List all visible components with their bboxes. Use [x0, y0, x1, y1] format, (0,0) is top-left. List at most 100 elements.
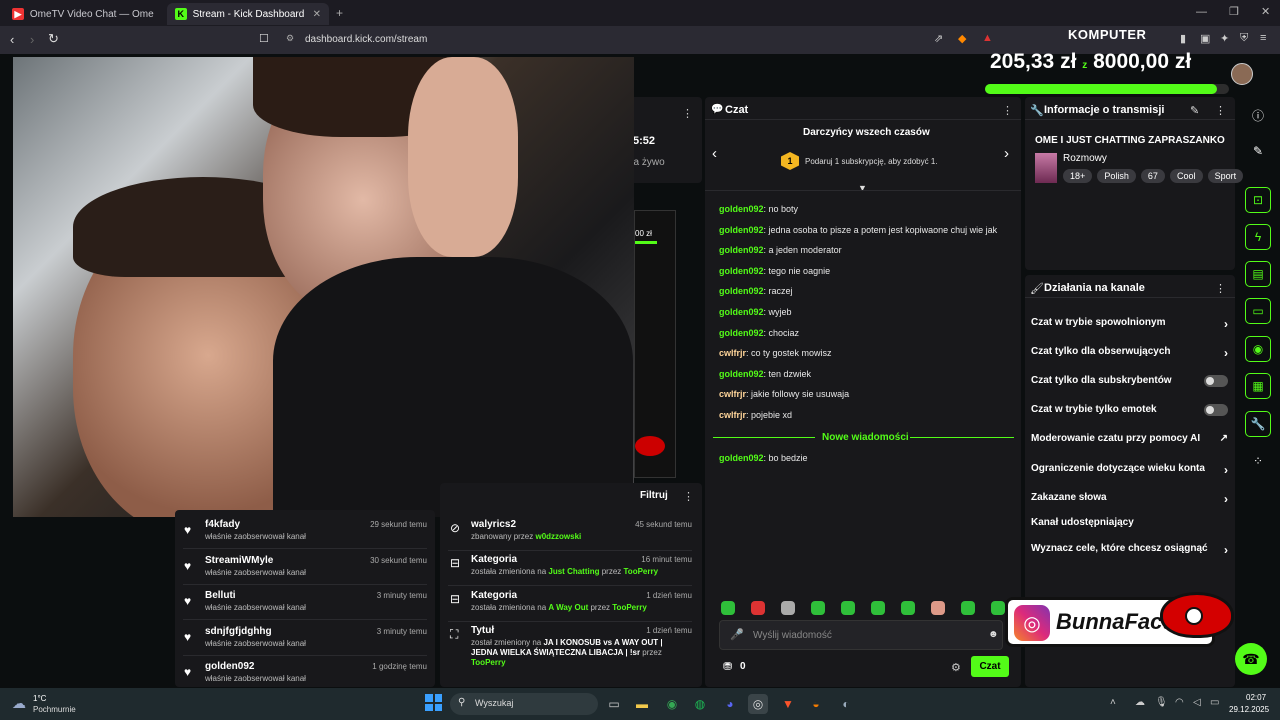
chat-username[interactable]: golden092	[719, 453, 764, 463]
chrome-icon[interactable]: ◉	[662, 694, 682, 714]
start-button[interactable]	[425, 694, 442, 711]
prev-gifter-icon[interactable]: ‹	[712, 145, 717, 162]
file-explorer-icon[interactable]: ▬	[632, 694, 652, 714]
menu-icon[interactable]: ≡	[1260, 32, 1266, 44]
channel-action-row[interactable]: Wyznacz cele, które chcesz osiągnąć ›	[1031, 543, 1228, 557]
emote-icon[interactable]	[751, 601, 765, 615]
chat-more-icon[interactable]: ⋮	[1002, 104, 1013, 117]
chat-username[interactable]: cwlfrjr	[719, 410, 746, 420]
event-highlight[interactable]: Just Chatting	[548, 567, 599, 576]
task-view-icon[interactable]: ▭	[604, 694, 624, 714]
sidebar-toggle-icon[interactable]: ▮	[1180, 32, 1186, 45]
emote-icon[interactable]	[991, 601, 1005, 615]
emote-icon[interactable]	[901, 601, 915, 615]
chat-username[interactable]: golden092	[719, 225, 764, 235]
channel-action-row[interactable]: Czat w trybie tylko emotek	[1031, 404, 1228, 418]
chat-username[interactable]: cwlfrjr	[719, 389, 746, 399]
discord-icon[interactable]: ◕	[720, 694, 740, 714]
emote-icon[interactable]	[871, 601, 885, 615]
channel-action-row[interactable]: Czat tylko dla subskrybentów	[1031, 375, 1228, 389]
screen-icon[interactable]: ⊡	[1245, 187, 1271, 213]
edit-icon[interactable]: ✎	[1190, 104, 1199, 117]
document-icon[interactable]: ▤	[1245, 261, 1271, 287]
brave-shield-icon[interactable]: ◆	[958, 32, 966, 45]
new-tab-icon[interactable]: +	[336, 6, 343, 20]
clock-date[interactable]: 29.12.2025	[1229, 705, 1269, 714]
bookmark-icon[interactable]: ☐	[259, 32, 269, 45]
spotify-icon[interactable]: ◍	[690, 694, 710, 714]
collapse-icon[interactable]: ▼	[858, 183, 867, 193]
minimize-icon[interactable]: —	[1196, 6, 1207, 18]
emote-icon[interactable]	[931, 601, 945, 615]
close-tab-icon[interactable]: ✕	[313, 9, 321, 20]
channel-action-row[interactable]: Ograniczenie dotyczące wieku konta ›	[1031, 463, 1228, 477]
emoji-icon[interactable]: ☻	[988, 629, 999, 640]
emote-icon[interactable]	[961, 601, 975, 615]
toggle-switch[interactable]	[1204, 404, 1228, 416]
channel-action-row[interactable]: Czat tylko dla obserwujących ›	[1031, 346, 1228, 360]
tool-icon[interactable]: 🔧	[1245, 411, 1271, 437]
filter-button[interactable]: Filtruj	[640, 490, 668, 501]
channel-action-row[interactable]: Czat w trybie spowolnionym ›	[1031, 317, 1228, 331]
chat-username[interactable]: golden092	[719, 307, 764, 317]
tab-kick-dashboard[interactable]: K Stream - Kick Dashboard ✕	[167, 3, 329, 25]
follower-name[interactable]: f4kfady	[205, 519, 240, 530]
avatar[interactable]	[1231, 63, 1253, 85]
category-name[interactable]: Rozmowy	[1063, 153, 1107, 164]
clock-time[interactable]: 02:07	[1246, 693, 1266, 702]
stream-info-more-icon[interactable]: ⋮	[1215, 104, 1226, 117]
info-icon[interactable]: ⓘ	[1245, 102, 1271, 128]
emote-icon[interactable]	[841, 601, 855, 615]
event-user[interactable]: TooPerry	[612, 603, 647, 612]
microphone-tray-icon[interactable]: 🎙	[1155, 697, 1168, 708]
tray-chevron-icon[interactable]: ˄	[1110, 697, 1116, 708]
lightning-icon[interactable]: ϟ	[1245, 224, 1271, 250]
mod-log-more-icon[interactable]: ⋮	[683, 490, 694, 503]
chat-username[interactable]: golden092	[719, 266, 764, 276]
event-user[interactable]: TooPerry	[471, 658, 506, 667]
event-user[interactable]: TooPerry	[624, 567, 659, 576]
support-icon[interactable]: ☎	[1235, 643, 1267, 675]
chat-username[interactable]: golden092	[719, 204, 764, 214]
layout-icon[interactable]: ▦	[1245, 373, 1271, 399]
url-field[interactable]: dashboard.kick.com/stream	[305, 34, 427, 45]
share-icon[interactable]: ⇗	[934, 32, 943, 45]
follower-name[interactable]: Belluti	[205, 590, 236, 601]
apps-icon[interactable]: ⁘	[1245, 448, 1271, 474]
chat-input[interactable]: 🎤 Wyślij wiadomość ☻	[719, 620, 1003, 650]
event-highlight[interactable]: w0dzzowski	[535, 532, 581, 541]
chat-username[interactable]: golden092	[719, 245, 764, 255]
emote-icon[interactable]	[721, 601, 735, 615]
send-chat-button[interactable]: Czat	[971, 656, 1009, 677]
chat-username[interactable]: cwlfrjr	[719, 348, 746, 358]
wallet-icon[interactable]: ▣	[1200, 32, 1210, 45]
maximize-icon[interactable]: ❐	[1229, 5, 1239, 18]
channel-actions-more-icon[interactable]: ⋮	[1215, 282, 1226, 295]
wifi-icon[interactable]: ◠	[1175, 697, 1184, 708]
emote-icon[interactable]	[781, 601, 795, 615]
category-thumbnail[interactable]	[1035, 153, 1057, 183]
chat-bubble-icon[interactable]: ▭	[1245, 298, 1271, 324]
taskbar-app-icon[interactable]: ◒	[806, 694, 826, 714]
broadcast-icon[interactable]: ◉	[1245, 336, 1271, 362]
steam-icon[interactable]: ◐	[836, 694, 856, 714]
tray-app-icon[interactable]: ☁	[1135, 697, 1145, 708]
emote-icon[interactable]	[811, 601, 825, 615]
chat-settings-icon[interactable]: ⚙	[951, 661, 961, 674]
obs-icon[interactable]: ◎	[748, 694, 768, 714]
back-icon[interactable]: ‹	[10, 32, 14, 47]
rewards-icon[interactable]: ▲	[982, 32, 993, 44]
vpn-icon[interactable]: ⛨	[1240, 32, 1248, 45]
brave-icon[interactable]: ▼	[778, 694, 798, 714]
forward-icon[interactable]: ›	[30, 32, 34, 47]
taskbar-search[interactable]: ⚲ Wyszukaj	[450, 693, 598, 715]
reload-icon[interactable]: ↻	[48, 31, 59, 47]
chat-username[interactable]: golden092	[719, 369, 764, 379]
mic-icon[interactable]: 🎤	[730, 628, 744, 641]
more-icon[interactable]: ⋮	[682, 107, 693, 120]
close-window-icon[interactable]: ✕	[1261, 5, 1270, 18]
toggle-switch[interactable]	[1204, 375, 1228, 387]
channel-action-row[interactable]: Moderowanie czatu przy pomocy AI ↗	[1031, 433, 1228, 447]
channel-action-row[interactable]: Zakazane słowa ›	[1031, 492, 1228, 506]
tab-ometv[interactable]: ▶ OmeTV Video Chat — Omegle R	[4, 3, 162, 25]
